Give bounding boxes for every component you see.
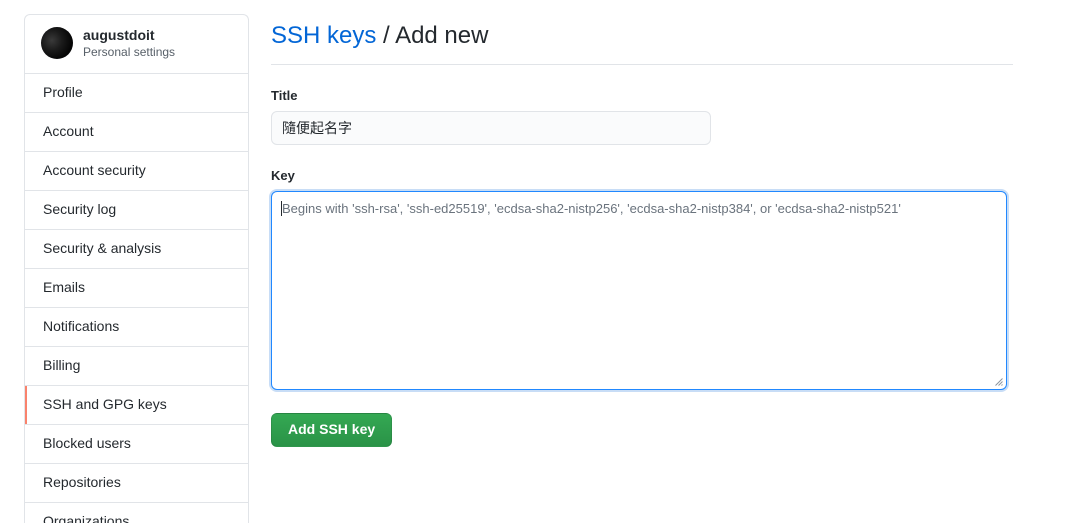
key-form-group: Key <box>271 168 1013 390</box>
sidebar-item-label: Organizations <box>43 512 130 523</box>
sidebar-item-security-log[interactable]: Security log <box>25 190 248 230</box>
sidebar-item-label: Security & analysis <box>43 239 162 256</box>
sidebar-item-account-security[interactable]: Account security <box>25 151 248 191</box>
user-avatar-icon[interactable] <box>41 27 73 60</box>
settings-sidebar: augustdoit Personal settings Profile Acc… <box>24 14 249 523</box>
page-title: SSH keys / Add new <box>271 14 1013 65</box>
title-label: Title <box>271 88 298 103</box>
sidebar-user-header[interactable]: augustdoit Personal settings <box>25 15 248 74</box>
sidebar-item-label: Emails <box>43 278 86 295</box>
sidebar-item-ssh-and-gpg-keys[interactable]: SSH and GPG keys <box>25 385 248 425</box>
sidebar-item-emails[interactable]: Emails <box>25 268 248 308</box>
sidebar-item-account[interactable]: Account <box>25 112 248 152</box>
sidebar-item-label: Account <box>43 122 94 139</box>
sidebar-item-profile[interactable]: Profile <box>25 73 248 113</box>
key-textarea-wrapper <box>271 191 1007 390</box>
breadcrumb-separator: / <box>376 22 396 49</box>
submit-row: Add SSH key <box>271 413 1013 447</box>
breadcrumb-current: Add new <box>395 22 489 49</box>
add-ssh-key-button[interactable]: Add SSH key <box>271 413 393 447</box>
title-input[interactable] <box>271 111 711 145</box>
main-content: SSH keys / Add new Title Key Add SSH key <box>271 14 1013 447</box>
sidebar-item-label: Blocked users <box>43 434 131 451</box>
sidebar-item-notifications[interactable]: Notifications <box>25 307 248 347</box>
text-caret <box>281 201 282 216</box>
sidebar-item-label: Notifications <box>43 317 120 334</box>
ssh-keys-breadcrumb-link[interactable]: SSH keys <box>271 22 376 49</box>
sidebar-item-organizations[interactable]: Organizations <box>25 502 248 523</box>
key-label: Key <box>271 168 295 183</box>
settings-page: augustdoit Personal settings Profile Acc… <box>0 0 1079 523</box>
sidebar-item-billing[interactable]: Billing <box>25 346 248 386</box>
sidebar-item-label: Repositories <box>43 473 121 490</box>
title-form-group: Title <box>271 88 1013 145</box>
sidebar-nav-list: Profile Account Account security Securit… <box>25 73 248 523</box>
sidebar-username: augustdoit <box>83 27 155 43</box>
sidebar-item-label: Billing <box>43 356 81 373</box>
sidebar-item-label: Account security <box>43 161 146 178</box>
sidebar-item-label: SSH and GPG keys <box>43 395 167 412</box>
key-textarea[interactable] <box>271 191 1007 390</box>
sidebar-item-label: Security log <box>43 200 117 217</box>
sidebar-user-info: augustdoit Personal settings <box>83 27 175 60</box>
sidebar-user-subtitle: Personal settings <box>83 44 176 59</box>
sidebar-item-security-and-analysis[interactable]: Security & analysis <box>25 229 248 269</box>
sidebar-item-label: Profile <box>43 83 83 100</box>
sidebar-item-blocked-users[interactable]: Blocked users <box>25 424 248 464</box>
sidebar-item-repositories[interactable]: Repositories <box>25 463 248 503</box>
